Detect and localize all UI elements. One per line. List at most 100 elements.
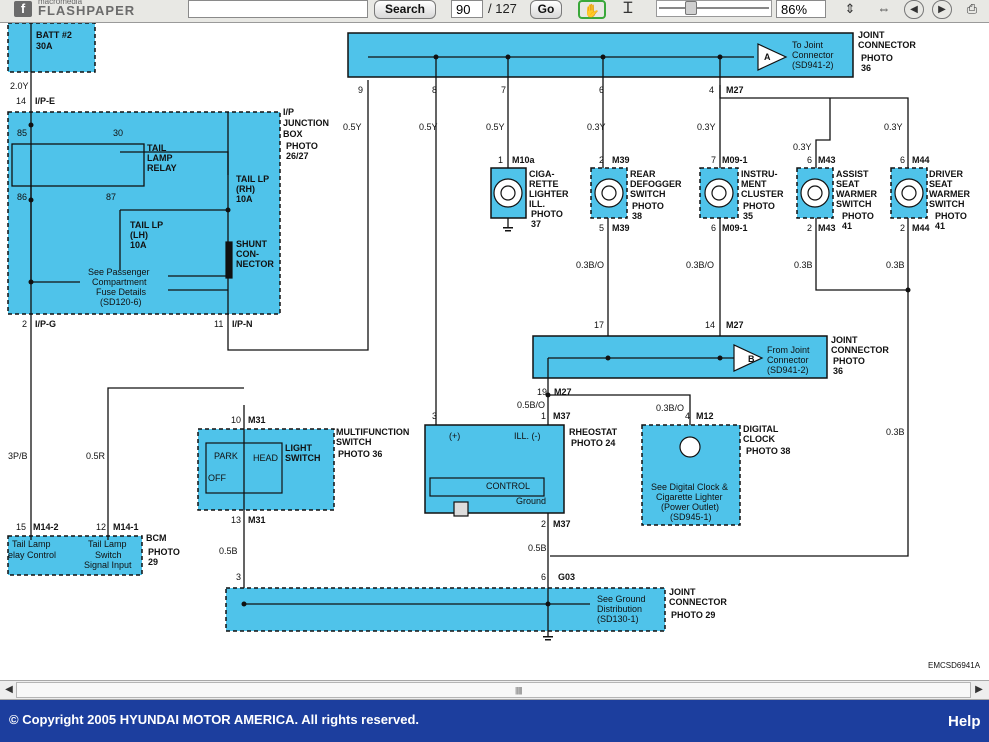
horizontal-scrollbar[interactable]: ◀ |||||| ▶ [0, 680, 989, 700]
mf-title-1: MULTIFUNCTION [336, 427, 409, 437]
rear-label-2: DEFOGGER [630, 179, 682, 189]
mf-head: HEAD [253, 453, 279, 463]
wire-2-0y: 2.0Y [10, 81, 29, 91]
cigar-label-1: CIGA- [529, 169, 555, 179]
driver-label-3: WARMER [929, 189, 970, 199]
jcg-see-2: Distribution [597, 604, 642, 614]
footer: © Copyright 2005 HYUNDAI MOTOR AMERICA. … [0, 700, 989, 742]
rheo-photo: PHOTO 24 [571, 438, 615, 448]
assist-label-2: SEAT [836, 179, 860, 189]
jcg-see-1: See Ground [597, 594, 646, 604]
cigar-photo-2: 37 [531, 219, 541, 229]
pin-2: 2 [22, 319, 27, 329]
mf-off: OFF [208, 473, 226, 483]
rear-pin: 2 [599, 155, 604, 165]
wire-3pb: 3P/B [8, 451, 28, 461]
wire-top-4: 0.3Y [587, 122, 606, 132]
driver-label-4: SWITCH [929, 199, 965, 209]
pin-30: 30 [113, 128, 123, 138]
jc-top-pin-8: 8 [432, 85, 437, 95]
previous-page-icon[interactable]: ◀ [904, 0, 924, 19]
rheo-pin-3: 3 [432, 411, 437, 421]
print-icon[interactable]: ⎙ [962, 0, 982, 19]
wire-0-5b-a: 0.5B [219, 546, 238, 556]
search-button[interactable]: Search [374, 0, 436, 19]
wire-mid-3: 0.3B [794, 260, 813, 270]
help-link[interactable]: Help [948, 713, 981, 730]
mf-light-1: LIGHT [285, 443, 312, 453]
batt-name: BATT #2 [36, 30, 72, 40]
wire-mid-2: 0.3B/O [686, 260, 714, 270]
jcg-pin-3: 3 [236, 572, 241, 582]
cluster-photo-2: 35 [743, 211, 753, 221]
next-page-icon[interactable]: ▶ [932, 0, 952, 19]
cluster-conn: M09-1 [722, 155, 748, 165]
toolbar: f macromedia FLASHPAPER Search 90 / 127 … [0, 0, 989, 23]
ip-title-3: BOX [283, 129, 303, 139]
logo-main-text: FLASHPAPER [38, 3, 136, 18]
go-button[interactable]: Go [530, 0, 562, 19]
ipg-label: I/P-G [35, 319, 56, 329]
mf-m31: M31 [248, 415, 266, 425]
mf-pin-13: 13 [231, 515, 241, 525]
assist-photo-2: 41 [842, 221, 852, 231]
scroll-right-icon[interactable]: ▶ [972, 683, 986, 697]
rear-label-1: REAR [630, 169, 656, 179]
driver-photo-2: 41 [935, 221, 945, 231]
clock-photo: PHOTO 38 [746, 446, 790, 456]
rear-photo-1: PHOTO [632, 201, 664, 211]
zoom-slider[interactable] [656, 0, 772, 17]
jcg-pin-6: 6 [541, 572, 546, 582]
rear-conn: M39 [612, 155, 630, 165]
wire-0-5b-b: 0.5B [528, 543, 547, 553]
cluster-pin-b: 6 [711, 223, 716, 233]
zoom-input[interactable]: 86% [776, 0, 826, 18]
scroll-left-icon[interactable]: ◀ [2, 683, 16, 697]
clock-m12: M12 [696, 411, 714, 421]
cigar-conn: M10a [512, 155, 536, 165]
jcb-pin-17: 17 [594, 320, 604, 330]
page-number-input[interactable]: 90 [451, 0, 483, 18]
hand-tool-icon[interactable]: ✋ [578, 0, 606, 19]
assist-label-4: SWITCH [836, 199, 872, 209]
jcb-title-2: CONNECTOR [831, 345, 889, 355]
assist-pin: 6 [807, 155, 812, 165]
assist-label-3: WARMER [836, 189, 877, 199]
driver-conn-b: M44 [912, 223, 930, 233]
jcb-from-2: Connector [767, 355, 809, 365]
see-passenger-2: Compartment [92, 277, 147, 287]
scrollbar-thumb[interactable]: |||||| [16, 682, 971, 698]
assist-photo-1: PHOTO [842, 211, 874, 221]
search-input[interactable] [188, 0, 368, 18]
bcm-left-1: Tail Lamp [12, 539, 51, 549]
fit-width-icon[interactable]: ⇔ [874, 0, 894, 19]
clock-see-4: (SD945-1) [670, 512, 712, 522]
jcb-m27b: M27 [554, 387, 572, 397]
driver-label-2: SEAT [929, 179, 953, 189]
cigar-photo-1: PHOTO [531, 209, 563, 219]
mf-m31b: M31 [248, 515, 266, 525]
cluster-conn-b: M09-1 [722, 223, 748, 233]
wire-0-5bo: 0.5B/O [517, 400, 545, 410]
jcb-photo-2: 36 [833, 366, 843, 376]
pin-86: 86 [17, 192, 27, 202]
ip-photo-2: 26/27 [286, 151, 309, 161]
rheo-pin-1: 1 [541, 411, 546, 421]
tail-rh-2: (RH) [236, 184, 255, 194]
cigar-label-2: RETTE [529, 179, 559, 189]
wire-0-3bo: 0.3B/O [656, 403, 684, 413]
zoom-slider-thumb[interactable] [685, 1, 697, 15]
copyright-text: © Copyright 2005 HYUNDAI MOTOR AMERICA. … [9, 712, 420, 727]
mf-light-2: SWITCH [285, 453, 321, 463]
jcg-title-1: JOINT [669, 587, 696, 597]
text-select-icon[interactable]: Ɪ [618, 0, 638, 19]
rheo-control: CONTROL [486, 481, 530, 491]
tail-rh-1: TAIL LP [236, 174, 269, 184]
ip-title-2: JUNCTION [283, 118, 329, 128]
jc-top-to-2: Connector [792, 50, 834, 60]
fit-height-icon[interactable]: ⇕ [840, 0, 860, 19]
jc-top-photo-1: PHOTO [861, 53, 893, 63]
cluster-label-2: MENT [741, 179, 767, 189]
cigar-label-4: ILL. [529, 199, 545, 209]
bcm-title: BCM [146, 533, 167, 543]
